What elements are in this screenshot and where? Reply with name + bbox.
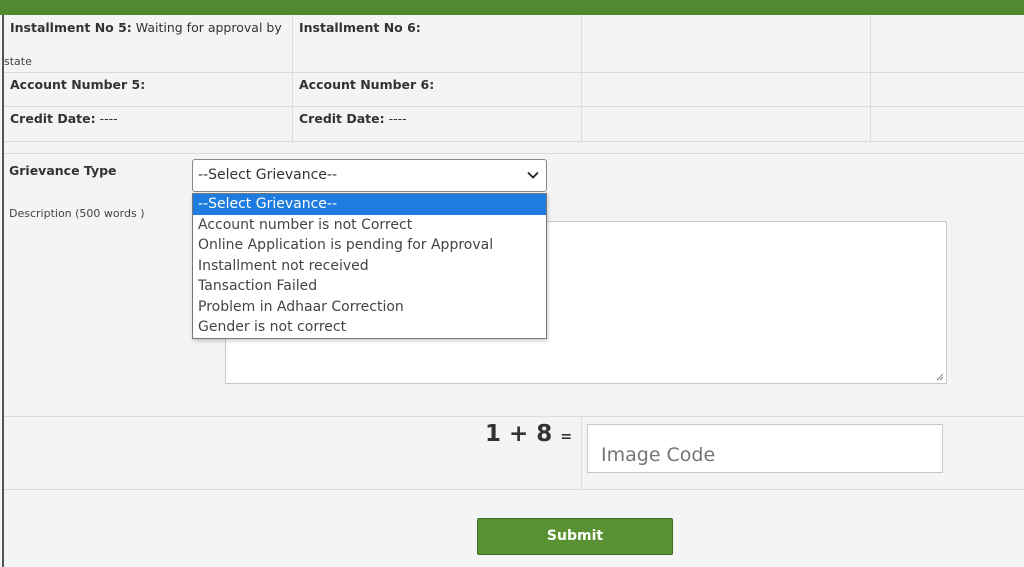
submit-button[interactable]: Submit <box>477 518 673 555</box>
resize-grip-icon[interactable] <box>936 373 944 381</box>
credit-date-6-label: Credit Date: <box>299 111 385 126</box>
col-divider <box>870 15 871 141</box>
left-border <box>2 15 4 567</box>
dropdown-option[interactable]: Account number is not Correct <box>193 215 546 236</box>
col-divider <box>292 15 293 141</box>
row-divider <box>4 153 1024 154</box>
credit-date-5: Credit Date: ---- <box>10 111 118 127</box>
dropdown-option[interactable]: Tansaction Failed <box>193 276 546 297</box>
credit-date-6-value: ---- <box>388 111 407 126</box>
dropdown-option[interactable]: Installment not received <box>193 256 546 277</box>
dropdown-option[interactable]: --Select Grievance-- <box>193 194 546 215</box>
row-divider <box>4 72 1024 73</box>
installment-5-status: Waiting for approval by <box>135 20 282 35</box>
account-number-6-label: Account Number 6: <box>299 77 435 92</box>
row-divider <box>4 106 1024 107</box>
grievance-dropdown-list: --Select Grievance-- Account number is n… <box>192 193 547 339</box>
grievance-type-label: Grievance Type <box>9 163 117 179</box>
installment-6: Installment No 6: <box>299 20 421 36</box>
row-divider <box>4 416 1024 417</box>
dropdown-option[interactable]: Online Application is pending for Approv… <box>193 235 546 256</box>
installment-5-status-wrap: state <box>4 55 32 68</box>
captcha-expression: 1 + 8 = <box>485 421 572 447</box>
grievance-type-label-text: Grievance Type <box>9 163 117 178</box>
dropdown-option[interactable]: Problem in Adhaar Correction <box>193 297 546 318</box>
dropdown-option[interactable]: Gender is not correct <box>193 317 546 338</box>
image-code-input[interactable] <box>587 424 943 473</box>
row-divider <box>4 489 1024 490</box>
captcha-equals: = <box>560 429 573 445</box>
grievance-selected-value: --Select Grievance-- <box>198 167 338 183</box>
account-number-6: Account Number 6: <box>299 77 434 93</box>
row-divider <box>4 141 1024 142</box>
credit-date-5-label: Credit Date: <box>10 111 96 126</box>
account-number-5-label: Account Number 5: <box>10 77 146 92</box>
credit-date-6: Credit Date: ---- <box>299 111 407 127</box>
installment-5: Installment No 5: Waiting for approval b… <box>10 20 282 36</box>
grievance-type-select[interactable]: --Select Grievance-- <box>192 159 547 192</box>
installment-5-label: Installment No 5: <box>10 20 132 35</box>
col-divider <box>581 15 582 141</box>
account-number-5: Account Number 5: <box>10 77 145 93</box>
captcha-math: 1 + 8 <box>485 421 553 447</box>
installment-6-label: Installment No 6: <box>299 20 421 35</box>
credit-date-5-value: ---- <box>99 111 118 126</box>
col-divider <box>581 416 582 489</box>
top-header-bar <box>0 0 1024 15</box>
chevron-down-icon <box>527 171 539 179</box>
description-label: Description (500 words ) <box>9 207 145 220</box>
